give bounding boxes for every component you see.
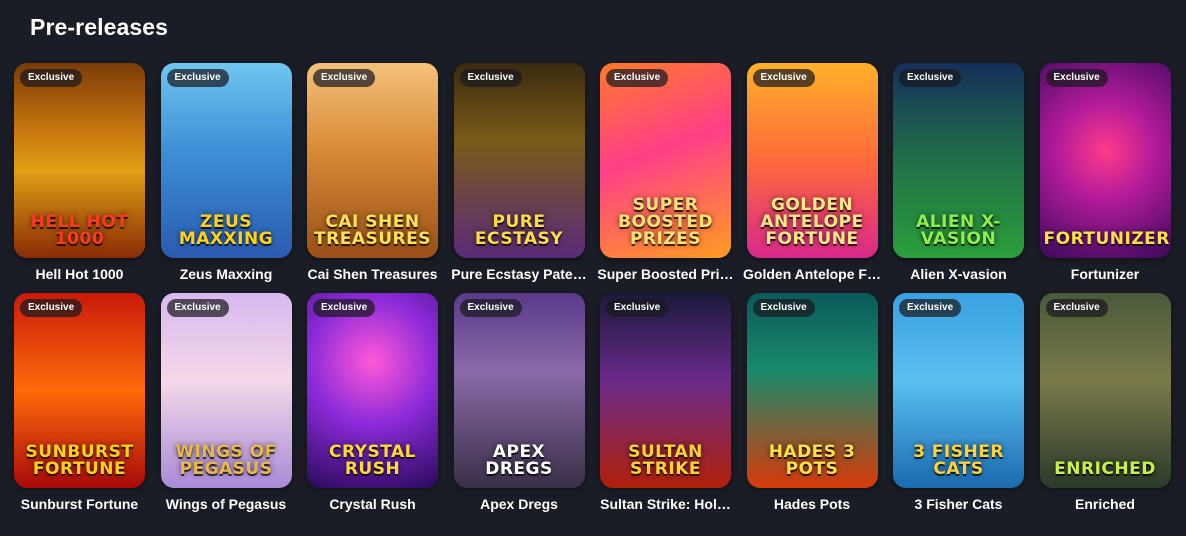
game-thumbnail[interactable]: SUPER BOOSTED PRIZES Exclusive bbox=[600, 63, 731, 258]
game-logo: FORTUNIZER bbox=[1043, 229, 1170, 249]
game-card[interactable]: SULTAN STRIKE Exclusive Sultan Strike: Hol… bbox=[600, 293, 731, 513]
game-logo: GOLDEN ANTELOPE FORTUNE bbox=[760, 195, 864, 249]
game-thumbnail[interactable]: APEX DREGS Exclusive bbox=[453, 293, 585, 488]
game-thumbnail[interactable]: WINGS OF PEGASUS Exclusive bbox=[160, 293, 292, 488]
game-title[interactable]: Enriched bbox=[1035, 495, 1175, 513]
game-card[interactable]: CRYSTAL RUSH Exclusive Crystal Rush bbox=[307, 293, 438, 513]
game-title[interactable]: Alien X-vasion bbox=[889, 265, 1029, 283]
exclusive-badge: Exclusive bbox=[166, 69, 229, 87]
game-card[interactable]: HADES 3 POTS Exclusive Hades Pots bbox=[746, 293, 878, 513]
game-card[interactable]: FORTUNIZER Exclusive Fortunizer bbox=[1039, 63, 1171, 283]
game-title[interactable]: Sultan Strike: Hol… bbox=[596, 495, 736, 513]
game-title[interactable]: Golden Antelope F… bbox=[742, 265, 882, 283]
game-thumbnail[interactable]: PURE ECSTASY Exclusive bbox=[453, 63, 585, 258]
game-title[interactable]: Sunburst Fortune bbox=[10, 495, 150, 513]
game-thumbnail[interactable]: GOLDEN ANTELOPE FORTUNE Exclusive bbox=[746, 63, 878, 258]
game-title[interactable]: Crystal Rush bbox=[303, 495, 443, 513]
game-logo: ALIEN X-VASION bbox=[916, 212, 1001, 249]
exclusive-badge: Exclusive bbox=[313, 299, 376, 317]
exclusive-badge: Exclusive bbox=[459, 69, 522, 87]
game-title[interactable]: Cai Shen Treasures bbox=[303, 265, 443, 283]
exclusive-badge: Exclusive bbox=[606, 69, 669, 87]
game-logo: HADES 3 POTS bbox=[768, 442, 856, 479]
game-logo: CRYSTAL RUSH bbox=[329, 442, 416, 479]
exclusive-badge: Exclusive bbox=[20, 69, 83, 87]
section-title: Pre-releases bbox=[30, 14, 169, 40]
game-card[interactable]: CAI SHEN TREASURES Exclusive Cai Shen Trea… bbox=[307, 63, 438, 283]
game-card[interactable]: WINGS OF PEGASUS Exclusive Wings of Pegasu… bbox=[160, 293, 292, 513]
exclusive-badge: Exclusive bbox=[752, 69, 815, 87]
game-logo: PURE ECSTASY bbox=[474, 212, 564, 249]
game-title[interactable]: 3 Fisher Cats bbox=[889, 495, 1029, 513]
exclusive-badge: Exclusive bbox=[899, 299, 962, 317]
game-logo: ZEUS MAXXING bbox=[178, 212, 274, 249]
game-card[interactable]: SUNBURST FORTUNE Exclusive Sunburst Fortun… bbox=[14, 293, 145, 513]
game-logo: SUPER BOOSTED PRIZES bbox=[618, 195, 713, 249]
game-card[interactable]: PURE ECSTASY Exclusive Pure Ecstasy Pate… bbox=[451, 63, 587, 283]
game-card[interactable]: SUPER BOOSTED PRIZES Exclusive Super Boost… bbox=[597, 63, 734, 283]
game-thumbnail[interactable]: ALIEN X-VASION Exclusive bbox=[893, 63, 1024, 258]
game-card[interactable]: 3 FISHER CATS Exclusive 3 Fisher Cats bbox=[893, 293, 1024, 513]
game-title[interactable]: Fortunizer bbox=[1035, 265, 1175, 283]
game-title[interactable]: Pure Ecstasy Pate… bbox=[449, 265, 589, 283]
game-card[interactable]: HELL HOT 1000 Exclusive Hell Hot 1000 bbox=[14, 63, 145, 283]
game-thumbnail[interactable]: SULTAN STRIKE Exclusive bbox=[600, 293, 731, 488]
game-thumbnail[interactable]: CAI SHEN TREASURES Exclusive bbox=[307, 63, 438, 258]
game-logo: SULTAN STRIKE bbox=[628, 442, 703, 479]
game-logo: WINGS OF PEGASUS bbox=[175, 442, 277, 479]
game-card[interactable]: APEX DREGS Exclusive Apex Dregs bbox=[453, 293, 585, 513]
game-thumbnail[interactable]: FORTUNIZER Exclusive bbox=[1039, 63, 1171, 258]
game-thumbnail[interactable]: ENRICHED Exclusive bbox=[1039, 293, 1171, 488]
exclusive-badge: Exclusive bbox=[20, 299, 83, 317]
game-title[interactable]: Wings of Pegasus bbox=[156, 495, 296, 513]
game-grid: HELL HOT 1000 Exclusive Hell Hot 1000 ZEUS … bbox=[14, 63, 1171, 513]
game-card[interactable]: ENRICHED Exclusive Enriched bbox=[1039, 293, 1171, 513]
pre-releases-section: Pre-releases HELL HOT 1000 Exclusive Hell … bbox=[0, 0, 1186, 536]
game-logo: SUNBURST FORTUNE bbox=[25, 442, 134, 479]
game-thumbnail[interactable]: ZEUS MAXXING Exclusive bbox=[160, 63, 292, 258]
game-title[interactable]: Super Boosted Pri… bbox=[596, 265, 736, 283]
game-logo: 3 FISHER CATS bbox=[913, 442, 1004, 479]
game-title[interactable]: Apex Dregs bbox=[449, 495, 589, 513]
exclusive-badge: Exclusive bbox=[1045, 299, 1108, 317]
game-card[interactable]: ZEUS MAXXING Exclusive Zeus Maxxing bbox=[160, 63, 292, 283]
exclusive-badge: Exclusive bbox=[752, 299, 815, 317]
game-logo: ENRICHED bbox=[1054, 459, 1156, 479]
game-thumbnail[interactable]: CRYSTAL RUSH Exclusive bbox=[307, 293, 438, 488]
exclusive-badge: Exclusive bbox=[1045, 69, 1108, 87]
exclusive-badge: Exclusive bbox=[459, 299, 522, 317]
game-title[interactable]: Hades Pots bbox=[742, 495, 882, 513]
game-title[interactable]: Hell Hot 1000 bbox=[10, 265, 150, 283]
game-logo: APEX DREGS bbox=[485, 442, 553, 479]
game-title[interactable]: Zeus Maxxing bbox=[156, 265, 296, 283]
game-card[interactable]: GOLDEN ANTELOPE FORTUNE Exclusive Golden A… bbox=[743, 63, 881, 283]
game-logo: HELL HOT 1000 bbox=[30, 212, 129, 249]
game-thumbnail[interactable]: 3 FISHER CATS Exclusive bbox=[893, 293, 1024, 488]
game-thumbnail[interactable]: SUNBURST FORTUNE Exclusive bbox=[14, 293, 145, 488]
exclusive-badge: Exclusive bbox=[166, 299, 229, 317]
exclusive-badge: Exclusive bbox=[899, 69, 962, 87]
game-thumbnail[interactable]: HELL HOT 1000 Exclusive bbox=[14, 63, 145, 258]
exclusive-badge: Exclusive bbox=[313, 69, 376, 87]
exclusive-badge: Exclusive bbox=[606, 299, 669, 317]
game-thumbnail[interactable]: HADES 3 POTS Exclusive bbox=[746, 293, 878, 488]
game-logo: CAI SHEN TREASURES bbox=[314, 212, 431, 249]
game-card[interactable]: ALIEN X-VASION Exclusive Alien X-vasion bbox=[893, 63, 1024, 283]
